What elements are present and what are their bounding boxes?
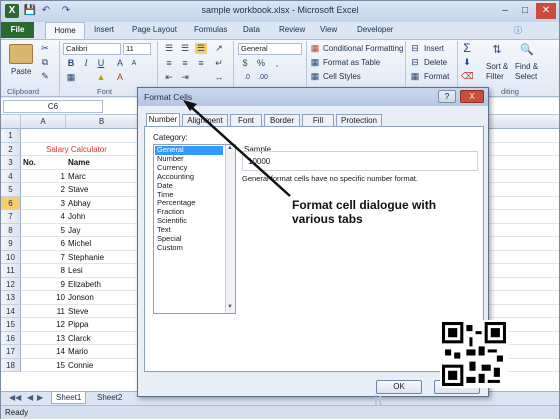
- annotation-text: Format cell dialogue with various tabs: [292, 198, 437, 226]
- watermark-logo: it: [374, 392, 383, 408]
- qr-code-image: [440, 320, 508, 388]
